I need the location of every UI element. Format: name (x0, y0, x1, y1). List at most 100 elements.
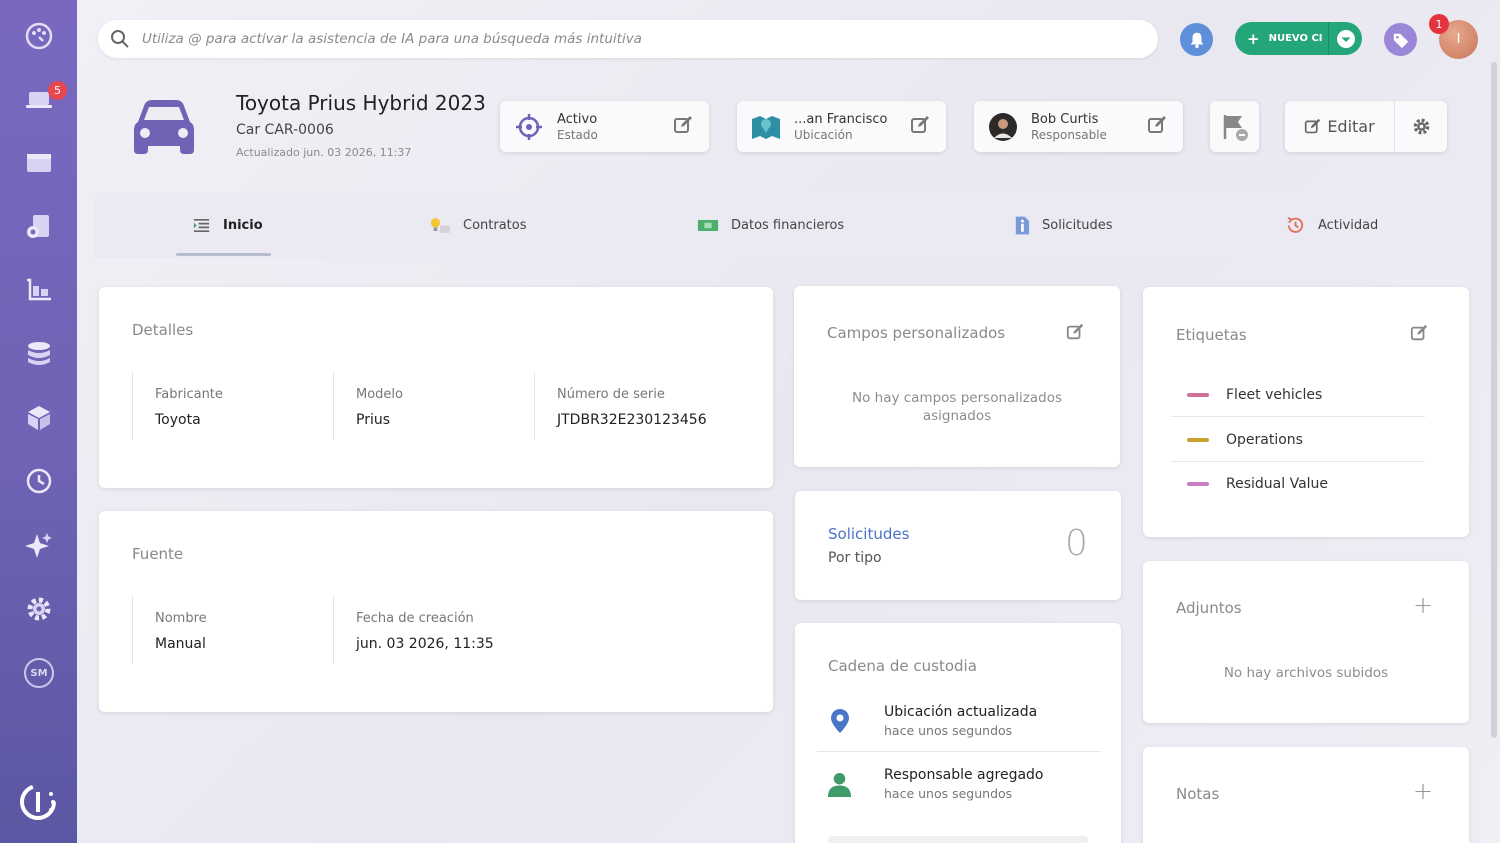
sparkle-icon[interactable] (22, 528, 56, 562)
scrollbar[interactable] (1491, 62, 1497, 738)
location-value: ...an Francisco (794, 111, 888, 127)
add-attachment-icon[interactable]: + (1413, 591, 1433, 619)
status-chip[interactable]: Activo Estado (500, 101, 709, 152)
notifications-button[interactable] (1180, 23, 1213, 56)
tags-button[interactable] (1384, 23, 1417, 56)
custom-fields-heading: Campos personalizados (827, 324, 1006, 342)
status-label: Estado (557, 127, 598, 142)
history-icon[interactable] (22, 464, 56, 498)
tab-solicitudes-label: Solicitudes (1042, 217, 1113, 233)
serial-number-field: Número de serie JTDBR32E230123456 (534, 372, 707, 440)
edit-button[interactable]: Editar (1285, 101, 1395, 152)
plus-icon: + (1247, 29, 1260, 48)
notes-heading: Notas (1176, 785, 1220, 803)
source-heading: Fuente (132, 545, 184, 563)
edit-owner-icon[interactable] (1147, 115, 1169, 139)
location-label: Ubicación (794, 127, 853, 142)
creation-date-field: Fecha de creación jun. 03 2026, 11:35 (333, 596, 494, 664)
search-input[interactable] (142, 31, 1042, 47)
details-heading: Detalles (132, 321, 194, 339)
main-area: +NUEVO CI I 1 Toyota Prius Hybrid 2023 C… (77, 0, 1500, 843)
tab-contratos[interactable]: Contratos (429, 192, 527, 258)
tags-card: Etiquetas Fleet vehicles Operations Resi… (1143, 287, 1469, 537)
field-value: JTDBR32E230123456 (557, 412, 707, 428)
bell-icon (1190, 32, 1203, 48)
new-ci-label: NUEVO CI (1268, 33, 1323, 44)
tab-bar: Inicio Contratos Datos financieros Solic… (94, 192, 1474, 258)
app-logo-icon[interactable] (18, 782, 58, 822)
tag-color-bar (1187, 392, 1209, 397)
field-label: Fabricante (155, 387, 223, 402)
field-label: Número de serie (557, 387, 665, 402)
add-note-icon[interactable]: + (1413, 777, 1433, 805)
notification-count-badge: 1 (1429, 14, 1449, 34)
attachments-empty: No hay archivos subidos (1223, 665, 1389, 681)
load-more-placeholder (828, 836, 1088, 843)
search-icon (111, 30, 129, 48)
devices-icon[interactable] (22, 210, 56, 244)
owner-label: Responsable (1031, 127, 1107, 142)
custom-fields-card: Campos personalizados No hay campos pers… (794, 286, 1120, 467)
edit-custom-fields-icon[interactable] (1066, 323, 1084, 345)
tag-color-bar (1187, 482, 1209, 486)
boxes-icon[interactable] (22, 401, 56, 435)
manufacturer-field: Fabricante Toyota (132, 372, 223, 440)
attachments-card: Adjuntos + No hay archivos subidos (1143, 561, 1469, 723)
custody-event-time: hace unos segundos (884, 786, 1013, 801)
database-icon[interactable] (22, 337, 56, 371)
field-value: Manual (155, 636, 206, 652)
field-label: Fecha de creación (356, 611, 474, 626)
tab-actividad[interactable]: Actividad (1285, 192, 1378, 258)
edit-tags-icon[interactable] (1410, 324, 1428, 346)
info-document-icon (1015, 216, 1030, 234)
search-bar[interactable] (98, 20, 1158, 58)
tag-item[interactable]: Fleet vehicles (1171, 373, 1425, 417)
new-ci-button[interactable]: + NUEVO CI (1235, 22, 1362, 55)
dashboard-icon[interactable] (22, 19, 56, 53)
edit-actions: Editar (1285, 101, 1447, 152)
crosshair-icon (514, 112, 544, 142)
chevron-down-icon (1336, 29, 1355, 48)
tab-solicitudes[interactable]: Solicitudes (1014, 192, 1113, 258)
edit-label: Editar (1327, 117, 1375, 136)
tab-datos-financieros[interactable]: Datos financieros (697, 192, 844, 258)
tag-item[interactable]: Operations (1171, 418, 1425, 462)
owner-chip[interactable]: Bob Curtis Responsable (974, 101, 1183, 152)
status-value: Activo (557, 111, 598, 127)
edit-icon (1305, 118, 1321, 134)
tags-heading: Etiquetas (1176, 326, 1247, 344)
location-chip[interactable]: ...an Francisco Ubicación (737, 101, 946, 152)
tab-inicio-label: Inicio (223, 217, 263, 233)
money-icon (697, 219, 719, 231)
edit-status-icon[interactable] (673, 115, 695, 139)
field-value: Toyota (155, 412, 201, 428)
notes-card: Notas + (1143, 747, 1469, 843)
owner-value: Bob Curtis (1031, 111, 1099, 127)
tag-item[interactable]: Residual Value (1171, 462, 1425, 506)
flag-icon (1223, 114, 1248, 141)
settings-button[interactable] (1395, 101, 1447, 152)
requests-card[interactable]: Solicitudes Por tipo 0 (795, 491, 1121, 600)
custody-card: Cadena de custodia Ubicación actualizada… (795, 623, 1121, 843)
owner-avatar (988, 112, 1018, 142)
custody-event-time: hace unos segundos (884, 722, 1013, 738)
requests-title: Solicitudes (828, 525, 910, 543)
source-name-field: Nombre Manual (132, 596, 207, 664)
browser-window-icon[interactable] (22, 146, 56, 180)
flag-button[interactable] (1210, 101, 1259, 152)
new-ci-dropdown-toggle[interactable] (1329, 29, 1362, 48)
location-pin-icon (817, 708, 862, 734)
tag-label: Fleet vehicles (1226, 386, 1323, 403)
custom-fields-empty: No hay campos personalizados asignados (851, 390, 1063, 424)
inventory-cart-icon[interactable] (22, 273, 56, 307)
settings-gear-icon[interactable] (22, 592, 56, 626)
source-card: Fuente Nombre Manual Fecha de creación j… (99, 511, 773, 712)
custody-event-title: Responsable agregado (884, 767, 1044, 783)
gear-icon (1413, 118, 1429, 135)
list-icon (193, 218, 210, 232)
tag-color-bar (1187, 437, 1209, 442)
edit-location-icon[interactable] (910, 115, 932, 139)
sm-badge[interactable]: SM (24, 658, 54, 688)
asset-title: Toyota Prius Hybrid 2023 (236, 91, 486, 115)
tab-inicio[interactable]: Inicio (192, 192, 263, 258)
